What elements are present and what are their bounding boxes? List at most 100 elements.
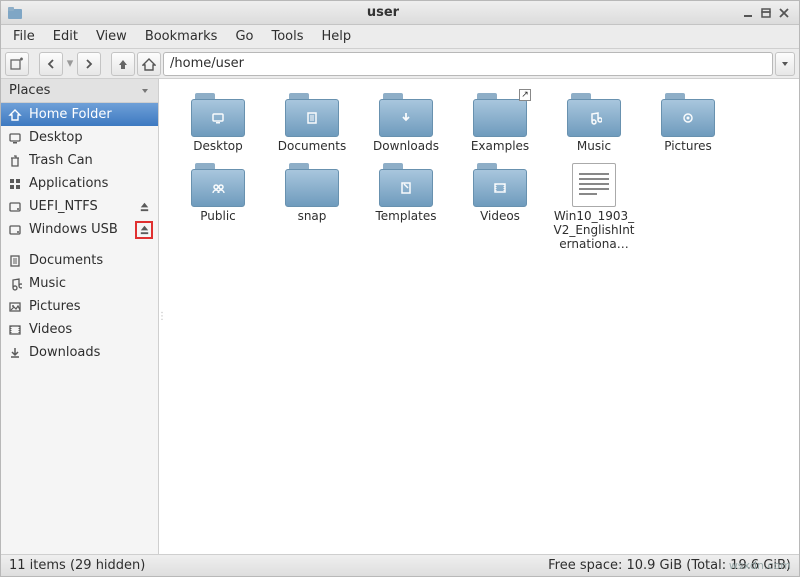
folder-icon <box>379 163 433 207</box>
sidebar-item-applications[interactable]: Applications <box>1 172 158 195</box>
sidebar-item-label: Desktop <box>29 130 152 145</box>
file-label: Desktop <box>193 139 243 153</box>
file-label: Pictures <box>664 139 712 153</box>
sidebar-header[interactable]: Places <box>1 79 158 103</box>
sidebar-item-uefi-ntfs[interactable]: UEFI_NTFS <box>1 195 158 218</box>
up-button[interactable] <box>111 52 135 76</box>
sidebar-item-desktop[interactable]: Desktop <box>1 126 158 149</box>
sidebar-item-label: Trash Can <box>29 153 152 168</box>
file-item[interactable]: Win10_1903_V2_EnglishInternationa… <box>549 161 639 253</box>
sidebar-list: Home Folder Desktop Trash Can Applications U… <box>1 103 158 554</box>
menu-tools[interactable]: Tools <box>263 27 311 46</box>
sidebar-item-label: Downloads <box>29 345 152 360</box>
folder-icon <box>473 163 527 207</box>
sidebar-item-label: Windows USB <box>29 222 130 237</box>
sidebar-item-label: Pictures <box>29 299 152 314</box>
close-button[interactable] <box>775 4 793 22</box>
path-dropdown[interactable] <box>775 52 795 76</box>
menu-help[interactable]: Help <box>314 27 360 46</box>
sidebar-item-trash-can[interactable]: Trash Can <box>1 149 158 172</box>
file-item[interactable]: Videos <box>455 161 545 253</box>
folder-icon: ↗ <box>473 93 527 137</box>
minimize-button[interactable] <box>739 4 757 22</box>
doc-icon <box>7 253 23 269</box>
app-folder-icon <box>7 5 23 21</box>
apps-icon <box>7 176 23 192</box>
desk-icon <box>7 130 23 146</box>
history-dropdown[interactable]: ▾ <box>65 56 75 71</box>
path-bar <box>163 52 773 76</box>
home-button[interactable] <box>137 52 161 76</box>
menu-view[interactable]: View <box>88 27 135 46</box>
sidebar-item-videos[interactable]: Videos <box>1 318 158 341</box>
file-label: Videos <box>480 209 520 223</box>
file-label: Documents <box>278 139 346 153</box>
sidebar-item-documents[interactable]: Documents <box>1 249 158 272</box>
status-right: Free space: 10.9 GiB (Total: 19.6 GiB) <box>548 558 791 573</box>
statusbar: 11 items (29 hidden) Free space: 10.9 Gi… <box>1 554 799 576</box>
file-item[interactable]: Public <box>173 161 263 253</box>
folder-icon <box>379 93 433 137</box>
back-button[interactable] <box>39 52 63 76</box>
symlink-badge: ↗ <box>519 89 531 101</box>
menu-edit[interactable]: Edit <box>45 27 86 46</box>
sidebar-item-label: Documents <box>29 253 152 268</box>
sidebar-item-label: UEFI_NTFS <box>29 199 130 214</box>
maximize-button[interactable] <box>757 4 775 22</box>
folder-icon <box>191 93 245 137</box>
body-split: Places Home Folder Desktop Trash Can Applic… <box>1 79 799 554</box>
sidebar-item-pictures[interactable]: Pictures <box>1 295 158 318</box>
file-manager-window: user FileEditViewBookmarksGoToolsHelp ▾ <box>0 0 800 577</box>
sidebar-item-windows-usb[interactable]: Windows USB <box>1 218 158 241</box>
file-item[interactable]: snap <box>267 161 357 253</box>
status-left: 11 items (29 hidden) <box>9 558 145 573</box>
file-item[interactable]: Documents <box>267 91 357 155</box>
text-file-icon <box>572 163 616 207</box>
path-input[interactable] <box>163 52 773 76</box>
titlebar[interactable]: user <box>1 1 799 25</box>
file-item[interactable]: ↗ Examples <box>455 91 545 155</box>
disk-icon <box>7 222 23 238</box>
file-item[interactable]: Templates <box>361 161 451 253</box>
file-label: Downloads <box>373 139 439 153</box>
trash-icon <box>7 153 23 169</box>
toolbar: ▾ <box>1 49 799 79</box>
file-label: Music <box>577 139 611 153</box>
file-label: snap <box>298 209 327 223</box>
folder-icon <box>285 93 339 137</box>
file-pane[interactable]: Desktop Documents Downloads ↗ Examples M… <box>165 79 799 554</box>
sidebar-item-label: Videos <box>29 322 152 337</box>
disk-icon <box>7 199 23 215</box>
file-label: Win10_1903_V2_EnglishInternationa… <box>551 209 637 251</box>
eject-button[interactable] <box>136 199 152 215</box>
file-item[interactable]: Desktop <box>173 91 263 155</box>
sidebar-header-label: Places <box>9 83 140 98</box>
file-label: Public <box>200 209 236 223</box>
folder-icon <box>661 93 715 137</box>
file-item[interactable]: Pictures <box>643 91 733 155</box>
new-tab-button[interactable] <box>5 52 29 76</box>
file-label: Templates <box>375 209 436 223</box>
sidebar-item-label: Music <box>29 276 152 291</box>
file-item[interactable]: Music <box>549 91 639 155</box>
forward-button[interactable] <box>77 52 101 76</box>
music-icon <box>7 276 23 292</box>
sidebar-item-downloads[interactable]: Downloads <box>1 341 158 364</box>
menu-go[interactable]: Go <box>227 27 261 46</box>
pic-icon <box>7 299 23 315</box>
folder-icon <box>191 163 245 207</box>
sidebar-item-music[interactable]: Music <box>1 272 158 295</box>
menubar: FileEditViewBookmarksGoToolsHelp <box>1 25 799 49</box>
video-icon <box>7 322 23 338</box>
file-grid: Desktop Documents Downloads ↗ Examples M… <box>173 91 791 253</box>
home-icon <box>7 107 23 123</box>
file-label: Examples <box>471 139 529 153</box>
menu-bookmarks[interactable]: Bookmarks <box>137 27 226 46</box>
window-title: user <box>27 5 739 20</box>
menu-file[interactable]: File <box>5 27 43 46</box>
folder-icon <box>567 93 621 137</box>
folder-icon <box>285 163 339 207</box>
eject-button[interactable] <box>136 222 152 238</box>
file-item[interactable]: Downloads <box>361 91 451 155</box>
sidebar-item-home-folder[interactable]: Home Folder <box>1 103 158 126</box>
